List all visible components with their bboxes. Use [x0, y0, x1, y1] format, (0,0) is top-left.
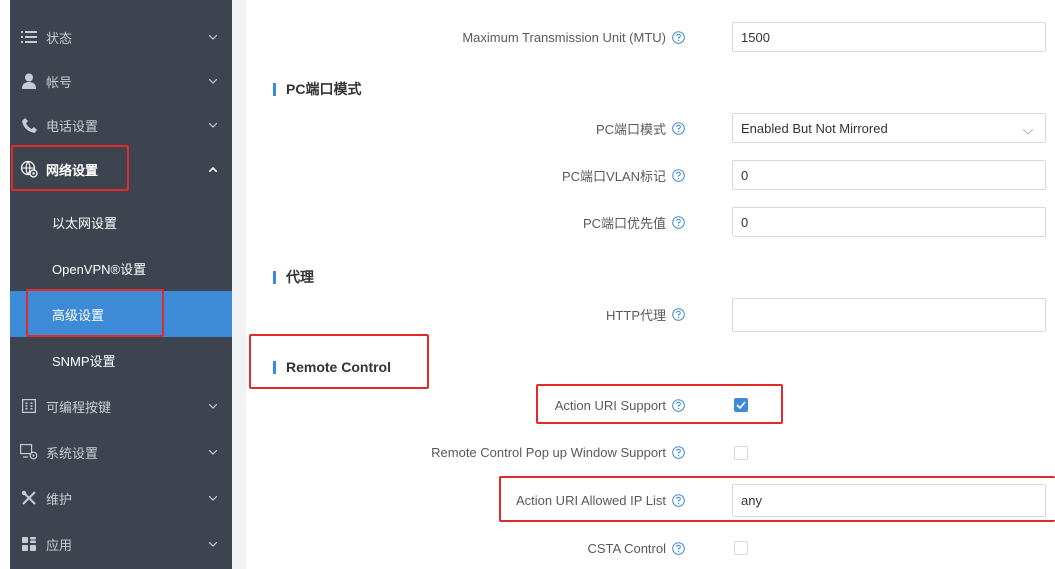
pc-vlan-tag-value: 0: [741, 167, 749, 183]
sidebar-subitem-label: 高级设置: [52, 307, 105, 323]
mtu-value: 1500: [741, 29, 770, 45]
chevron-down-icon: [208, 76, 218, 86]
chevron-down-icon: [208, 401, 218, 411]
section-title-text: Remote Control: [286, 359, 391, 375]
sidebar-item-account[interactable]: 帐号: [10, 58, 232, 104]
allowed-ip-label: Action URI Allowed IP List: [516, 491, 685, 509]
network-icon: [20, 160, 38, 178]
sidebar-item-label: 状态: [46, 30, 73, 46]
pc-vlan-tag-input[interactable]: 0: [732, 160, 1046, 190]
help-icon[interactable]: [672, 168, 685, 182]
sidebar-item-label: 可编程按键: [46, 399, 112, 415]
sidebar-item-system-settings[interactable]: 系统设置: [10, 429, 232, 475]
section-marker: [273, 360, 276, 374]
help-icon[interactable]: [672, 215, 685, 229]
popup-support-checkbox[interactable]: [734, 446, 748, 460]
http-proxy-label-text: HTTP代理: [606, 307, 666, 323]
phone-icon: [20, 116, 38, 134]
help-icon[interactable]: [672, 445, 685, 459]
allowed-ip-value: any: [741, 493, 762, 508]
section-marker: [273, 82, 276, 96]
http-proxy-label: HTTP代理: [606, 305, 685, 323]
pc-vlan-tag-label-text: PC端口VLAN标记: [561, 168, 666, 184]
sidebar-item-label: 系统设置: [46, 445, 99, 461]
mtu-input[interactable]: 1500: [732, 22, 1046, 52]
pc-priority-input[interactable]: 0: [732, 207, 1046, 237]
pc-port-mode-label-text: PC端口模式: [595, 121, 666, 137]
section-proxy: 代理: [273, 268, 314, 286]
sidebar-item-label: 应用: [46, 537, 73, 553]
chevron-down-icon: [1022, 123, 1034, 138]
main-content: Maximum Transmission Unit (MTU) 1500 PC端…: [246, 0, 1055, 569]
pc-port-mode-value: Enabled But Not Mirrored: [741, 120, 888, 136]
section-title-text: PC端口模式: [286, 81, 362, 97]
help-icon[interactable]: [672, 121, 685, 135]
sidebar-item-label: 电话设置: [46, 118, 99, 134]
chevron-down-icon: [208, 447, 218, 457]
mtu-label: Maximum Transmission Unit (MTU): [462, 28, 685, 46]
chevron-up-icon: [208, 164, 218, 174]
sidebar-item-maintenance[interactable]: 维护: [10, 475, 232, 521]
action-uri-support-label: Action URI Support: [555, 396, 685, 414]
sidebar-subitem-openvpn[interactable]: OpenVPN®设置: [10, 245, 232, 291]
sidebar-subitem-label: 以太网设置: [52, 215, 118, 231]
sidebar-item-applications[interactable]: 应用: [10, 521, 232, 567]
chevron-down-icon: [208, 120, 218, 130]
tools-icon: [20, 489, 38, 507]
sidebar-item-network-settings[interactable]: 网络设置: [10, 146, 232, 192]
sidebar-item-label: 网络设置: [46, 162, 99, 178]
section-title-text: 代理: [286, 269, 314, 285]
csta-label: CSTA Control: [587, 539, 685, 557]
action-uri-support-checkbox[interactable]: [734, 398, 748, 412]
help-icon[interactable]: [672, 541, 685, 555]
list-icon: [20, 28, 38, 46]
sidebar-subitem-ethernet[interactable]: 以太网设置: [10, 199, 232, 245]
sidebar-subitem-advanced[interactable]: 高级设置: [10, 291, 232, 337]
sidebar-item-label: 帐号: [46, 74, 73, 90]
section-remote-control: Remote Control: [273, 358, 391, 376]
sidebar-item-programmable-keys[interactable]: 可编程按键: [10, 383, 232, 429]
checkmark-icon: [736, 401, 746, 409]
chevron-down-icon: [208, 493, 218, 503]
action-uri-support-label-text: Action URI Support: [554, 397, 666, 413]
sidebar: 状态 帐号 电话设置 网络设置 以太网设置 OpenVPN®设置 高级设置 SN…: [10, 0, 232, 569]
pc-priority-value: 0: [741, 214, 749, 230]
popup-support-label: Remote Control Pop up Window Support: [431, 443, 685, 461]
help-icon[interactable]: [672, 307, 685, 321]
allowed-ip-label-text: Action URI Allowed IP List: [515, 492, 666, 508]
apps-icon: [20, 535, 38, 553]
left-edge: [0, 0, 10, 569]
section-marker: [273, 270, 276, 284]
sidebar-subitem-label: SNMP设置: [52, 353, 116, 369]
help-icon[interactable]: [672, 30, 685, 44]
mtu-label-text: Maximum Transmission Unit (MTU): [462, 29, 666, 45]
http-proxy-input[interactable]: [732, 298, 1046, 332]
csta-label-text: CSTA Control: [587, 540, 666, 556]
pc-port-mode-select[interactable]: Enabled But Not Mirrored: [732, 113, 1046, 143]
allowed-ip-input[interactable]: any: [732, 484, 1046, 517]
chevron-down-icon: [208, 539, 218, 549]
popup-support-label-text: Remote Control Pop up Window Support: [431, 444, 666, 460]
sidebar-subitem-label: OpenVPN®设置: [52, 261, 147, 277]
csta-checkbox[interactable]: [734, 541, 748, 555]
help-icon[interactable]: [672, 398, 685, 412]
keypad-icon: [20, 397, 38, 415]
sidebar-item-phone-settings[interactable]: 电话设置: [10, 102, 232, 148]
user-icon: [20, 72, 38, 90]
help-icon[interactable]: [672, 493, 685, 507]
pc-vlan-tag-label: PC端口VLAN标记: [562, 166, 685, 184]
section-pc-port: PC端口模式: [273, 80, 361, 98]
chevron-down-icon: [208, 32, 218, 42]
sidebar-item-label: 维护: [46, 491, 73, 507]
pc-port-mode-label: PC端口模式: [596, 119, 685, 137]
sidebar-item-status[interactable]: 状态: [10, 14, 232, 60]
sidebar-subitem-snmp[interactable]: SNMP设置: [10, 337, 232, 383]
content-gutter: [232, 0, 246, 569]
pc-priority-label: PC端口优先值: [583, 213, 685, 231]
system-settings-icon: [20, 443, 38, 461]
pc-priority-label-text: PC端口优先值: [582, 215, 666, 231]
